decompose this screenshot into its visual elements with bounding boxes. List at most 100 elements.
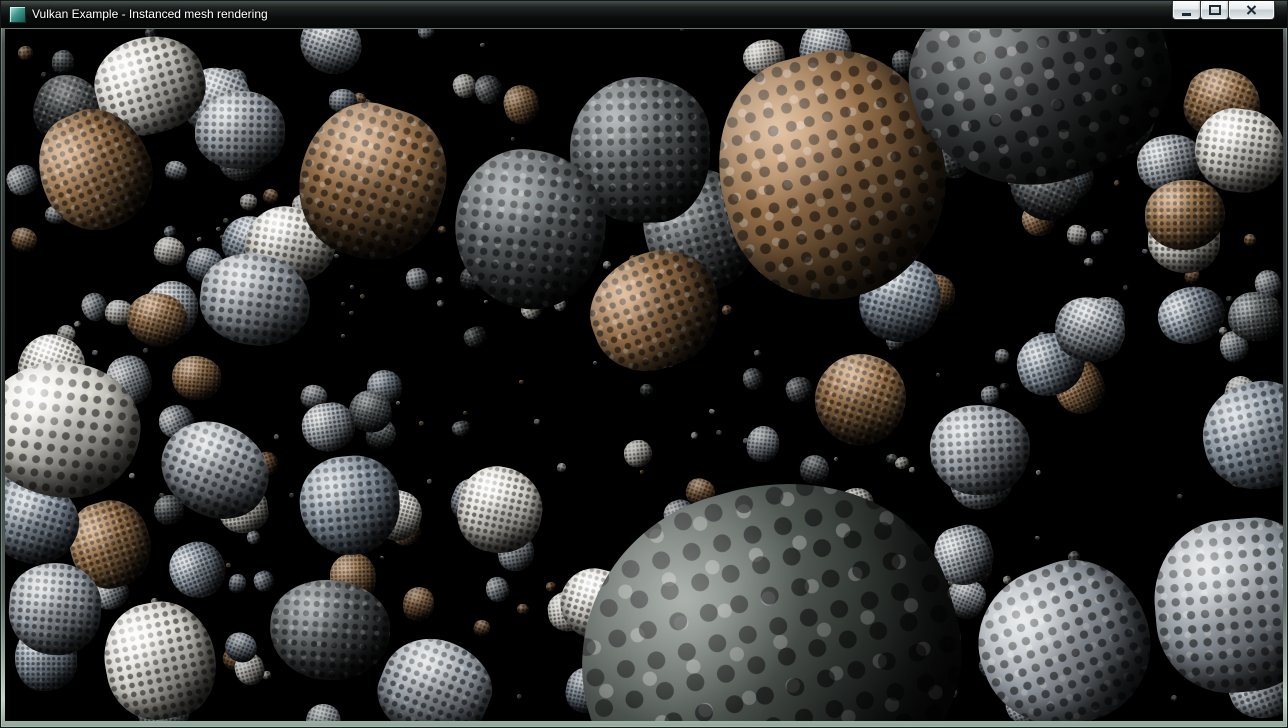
rock-large bbox=[542, 442, 999, 721]
render-viewport[interactable] bbox=[5, 29, 1283, 721]
close-button[interactable] bbox=[1228, 1, 1275, 20]
rock bbox=[436, 299, 445, 308]
rock bbox=[739, 365, 766, 393]
rock bbox=[721, 304, 733, 316]
rock bbox=[418, 421, 423, 426]
rock bbox=[517, 603, 530, 614]
maximize-button[interactable] bbox=[1200, 1, 1229, 20]
rock bbox=[1243, 233, 1257, 247]
rock bbox=[783, 373, 815, 404]
rock bbox=[350, 285, 354, 289]
rock bbox=[640, 383, 654, 397]
rock bbox=[909, 467, 915, 473]
window-controls bbox=[1173, 1, 1275, 20]
rock-large bbox=[95, 592, 225, 721]
rock bbox=[999, 382, 1009, 391]
rock bbox=[437, 225, 447, 235]
rock bbox=[479, 42, 484, 47]
rock-large bbox=[296, 451, 405, 559]
rock bbox=[340, 301, 345, 306]
rock bbox=[1034, 536, 1040, 541]
rock-large bbox=[1193, 372, 1283, 498]
rock bbox=[471, 617, 492, 638]
rock bbox=[994, 348, 1010, 365]
maximize-icon bbox=[1209, 5, 1221, 15]
rock bbox=[1176, 493, 1183, 499]
rock bbox=[639, 469, 644, 474]
rock bbox=[171, 354, 223, 401]
rock bbox=[152, 234, 188, 268]
title-bar[interactable]: Vulkan Example - Instanced mesh renderin… bbox=[1, 1, 1287, 28]
rock bbox=[936, 372, 941, 377]
rock bbox=[1103, 229, 1109, 235]
rock bbox=[592, 361, 597, 366]
rock bbox=[73, 320, 82, 328]
rock bbox=[715, 429, 723, 437]
rock-large bbox=[803, 343, 916, 457]
rock-large bbox=[1148, 512, 1283, 699]
rock bbox=[796, 450, 833, 487]
rock bbox=[546, 581, 558, 592]
minimize-button[interactable] bbox=[1172, 1, 1201, 20]
rock bbox=[288, 492, 295, 499]
rock bbox=[753, 349, 761, 357]
rock bbox=[379, 556, 384, 561]
rock bbox=[510, 136, 515, 141]
rock bbox=[499, 81, 543, 128]
rock bbox=[556, 462, 567, 474]
rock bbox=[162, 157, 189, 182]
rock bbox=[18, 46, 34, 61]
rock bbox=[238, 192, 257, 210]
rock bbox=[417, 29, 434, 39]
rock-large bbox=[1145, 180, 1225, 251]
rock bbox=[251, 568, 277, 594]
rock bbox=[40, 72, 47, 78]
rock bbox=[690, 431, 699, 440]
rock bbox=[517, 693, 523, 700]
rock bbox=[519, 380, 524, 385]
rock bbox=[462, 411, 467, 416]
rock bbox=[360, 293, 366, 299]
rock bbox=[302, 700, 344, 721]
rock bbox=[215, 226, 221, 232]
app-icon bbox=[9, 6, 26, 23]
rock bbox=[980, 385, 1000, 405]
rock bbox=[334, 254, 340, 259]
rock bbox=[1123, 284, 1130, 291]
rock bbox=[461, 324, 489, 350]
rock bbox=[1170, 694, 1178, 702]
window-title: Vulkan Example - Instanced mesh renderin… bbox=[32, 1, 268, 28]
rock bbox=[1113, 180, 1121, 188]
rock bbox=[834, 457, 839, 462]
rock bbox=[1035, 469, 1041, 476]
rock bbox=[435, 276, 443, 285]
rock bbox=[228, 573, 247, 594]
rock bbox=[226, 563, 231, 568]
rock bbox=[274, 434, 279, 440]
close-icon bbox=[1246, 5, 1257, 15]
rock bbox=[128, 472, 135, 479]
rock-large bbox=[927, 402, 1032, 498]
rock-large bbox=[267, 576, 394, 684]
rock bbox=[1141, 248, 1148, 255]
rock-large bbox=[451, 460, 550, 561]
app-window: Vulkan Example - Instanced mesh renderin… bbox=[0, 0, 1288, 728]
minimize-icon bbox=[1182, 13, 1191, 16]
rock bbox=[470, 71, 506, 108]
rock bbox=[1225, 296, 1232, 302]
rock bbox=[679, 29, 685, 32]
rock bbox=[483, 299, 488, 303]
rock bbox=[52, 50, 75, 74]
rock bbox=[623, 438, 654, 468]
rock bbox=[196, 237, 202, 243]
rock bbox=[162, 534, 233, 606]
rock bbox=[1090, 230, 1104, 245]
rock bbox=[349, 310, 354, 314]
rock bbox=[91, 349, 98, 357]
rock bbox=[1084, 257, 1094, 266]
rock bbox=[1066, 223, 1089, 245]
rock bbox=[708, 408, 715, 414]
rock bbox=[340, 333, 345, 338]
rock bbox=[8, 225, 40, 256]
rock bbox=[404, 266, 430, 291]
